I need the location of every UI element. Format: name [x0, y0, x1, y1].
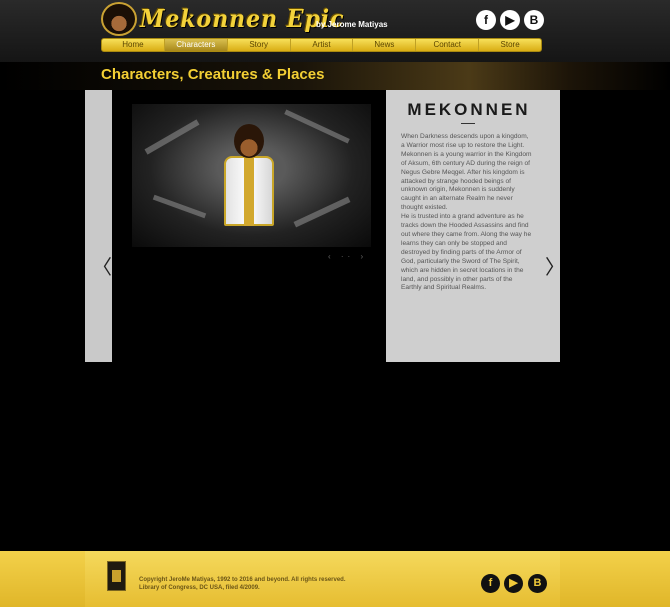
- copyright-line: Library of Congress, DC USA, filed 4/200…: [139, 585, 260, 591]
- nav-news[interactable]: News: [353, 39, 417, 51]
- blogger-icon[interactable]: B: [524, 10, 544, 30]
- nav-story[interactable]: Story: [228, 39, 291, 51]
- copyright-line: Copyright JeroMe Matiyas, 1992 to 2016 a…: [139, 577, 346, 583]
- blogger-icon[interactable]: B: [528, 574, 547, 593]
- image-shard: [293, 196, 351, 228]
- nav-artist[interactable]: Artist: [291, 39, 354, 51]
- main-nav: Home Characters Story Artist News Contac…: [101, 38, 542, 52]
- site-header: Mekonnen Epic by Jerome Matiyas f ▶ B: [0, 0, 670, 62]
- image-shard: [152, 194, 207, 219]
- nav-store[interactable]: Store: [479, 39, 541, 51]
- copyright-text: Copyright JeroMe Matiyas, 1992 to 2016 a…: [139, 576, 359, 592]
- chevron-right-icon[interactable]: 〉: [545, 258, 565, 278]
- footer-logo[interactable]: [107, 561, 126, 591]
- site-logo-text[interactable]: Mekonnen Epic: [140, 4, 344, 33]
- hero-figure-head: [234, 124, 264, 158]
- hero-figure-sash: [244, 156, 254, 226]
- description-paragraph: He is trusted into a grand adventure as …: [401, 213, 532, 292]
- nav-home[interactable]: Home: [102, 39, 165, 51]
- slider-left-strip: 〈: [85, 90, 112, 362]
- character-name: MEKONNEN: [407, 100, 531, 119]
- image-shard: [284, 109, 350, 144]
- facebook-icon[interactable]: f: [476, 10, 496, 30]
- facebook-icon[interactable]: f: [481, 574, 500, 593]
- character-slider: 〈 ‹ ·· › MEKONNEN When Darkness descends…: [85, 90, 565, 362]
- name-divider: [461, 123, 475, 124]
- footer-content: Copyright JeroMe Matiyas, 1992 to 2016 a…: [85, 551, 560, 607]
- image-shard: [144, 119, 200, 155]
- page-title: Characters, Creatures & Places: [101, 66, 325, 83]
- thumbnail-navigation[interactable]: ‹ ·· ›: [328, 252, 367, 261]
- nav-contact[interactable]: Contact: [416, 39, 480, 51]
- youtube-icon[interactable]: ▶: [500, 10, 520, 30]
- youtube-icon[interactable]: ▶: [504, 574, 523, 593]
- site-footer: Copyright JeroMe Matiyas, 1992 to 2016 a…: [0, 551, 670, 607]
- logo-byline: by Jerome Matiyas: [316, 20, 388, 29]
- nav-characters[interactable]: Characters: [164, 39, 228, 51]
- character-image[interactable]: [132, 104, 371, 247]
- chevron-left-icon[interactable]: 〈: [92, 258, 112, 278]
- character-description: When Darkness descends upon a kingdom, a…: [401, 133, 533, 293]
- logo-avatar[interactable]: [101, 2, 137, 36]
- character-info-panel: MEKONNEN When Darkness descends upon a k…: [386, 90, 565, 362]
- description-paragraph: When Darkness descends upon a kingdom, a…: [401, 133, 532, 212]
